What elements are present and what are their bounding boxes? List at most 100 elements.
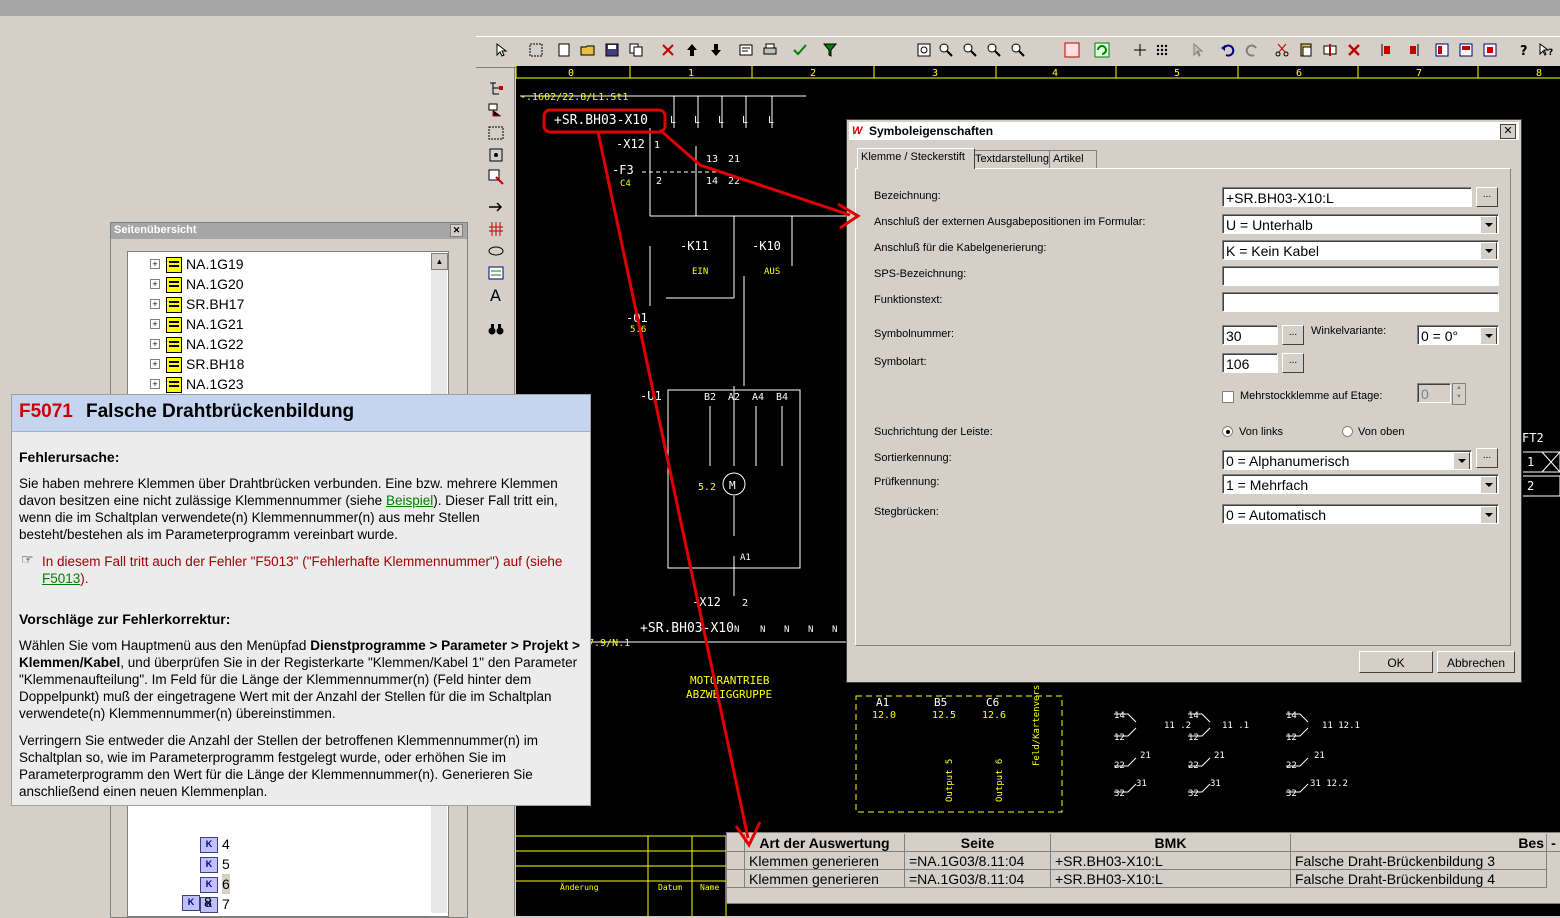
align-right-icon[interactable]: [1404, 42, 1420, 58]
symbolnummer-browse-button[interactable]: ...: [1282, 325, 1304, 345]
new-icon[interactable]: [556, 42, 572, 58]
zoom-in-icon[interactable]: [938, 42, 954, 58]
expand-icon[interactable]: +: [150, 359, 160, 369]
symbolnummer-input[interactable]: 30: [1222, 325, 1278, 345]
check-icon[interactable]: [792, 42, 808, 58]
tree-icon[interactable]: [487, 80, 505, 98]
scroll-up-icon[interactable]: -: [1547, 834, 1560, 852]
paste-icon[interactable]: [1298, 42, 1314, 58]
winkel-select[interactable]: 0 = 0°: [1417, 325, 1499, 345]
text-icon[interactable]: A: [487, 286, 505, 304]
chevron-down-icon[interactable]: [1480, 242, 1497, 259]
expand-icon[interactable]: +: [150, 339, 160, 349]
chevron-down-icon[interactable]: [1480, 216, 1497, 233]
table-cell[interactable]: +SR.BH03-X10:L: [1051, 852, 1291, 870]
terminals-icon[interactable]: [487, 220, 505, 238]
sortier-browse-button[interactable]: ...: [1476, 448, 1498, 468]
f5013-link[interactable]: F5013: [42, 571, 80, 586]
list-icon[interactable]: [487, 264, 505, 282]
mehrstock-checkbox[interactable]: [1222, 391, 1234, 403]
column-header[interactable]: Art der Auswertung: [745, 834, 905, 852]
sortier-select[interactable]: 0 = Alphanumerisch: [1222, 450, 1472, 470]
tab-artikel[interactable]: Artikel: [1049, 150, 1097, 168]
anschluss-ext-select[interactable]: U = Unterhalb: [1222, 214, 1499, 234]
close-icon[interactable]: ✕: [1500, 124, 1516, 139]
table-cell[interactable]: +SR.BH03-X10:L: [1051, 870, 1291, 888]
table-cell[interactable]: =NA.1G03/8.11:04: [905, 852, 1051, 870]
refresh-icon[interactable]: [1094, 42, 1110, 58]
tab-textdarstellung[interactable]: Textdarstellung: [971, 150, 1053, 168]
expand-icon[interactable]: +: [150, 379, 160, 389]
symbolart-input[interactable]: 106: [1222, 353, 1278, 373]
redo-icon[interactable]: [1244, 42, 1260, 58]
layout-3-icon[interactable]: [1482, 42, 1498, 58]
column-header[interactable]: Seite: [905, 834, 1051, 852]
bezeichnung-input[interactable]: +SR.BH03-X10:L: [1222, 187, 1472, 207]
print-icon[interactable]: [762, 42, 778, 58]
zoom-out-icon[interactable]: [962, 42, 978, 58]
cut-icon[interactable]: [1274, 42, 1290, 58]
pruef-select[interactable]: 1 = Mehrfach: [1222, 474, 1499, 494]
table-cell[interactable]: Klemmen generieren: [745, 870, 905, 888]
grid-toggle-icon[interactable]: [1064, 42, 1080, 58]
move-down-icon[interactable]: [708, 42, 724, 58]
zoom-all-icon[interactable]: [1010, 42, 1026, 58]
target-icon[interactable]: [487, 146, 505, 164]
expand-icon[interactable]: +: [150, 299, 160, 309]
move-up-icon[interactable]: [684, 42, 700, 58]
anschluss-kabel-select[interactable]: K = Kein Kabel: [1222, 240, 1499, 260]
mehrstock-input[interactable]: 0: [1417, 383, 1451, 403]
cursor-icon[interactable]: [494, 42, 510, 58]
dots-grid-icon[interactable]: [1154, 42, 1170, 58]
shape-icon[interactable]: [487, 242, 505, 260]
expand-icon[interactable]: +: [150, 259, 160, 269]
table-cell[interactable]: Falsche Draht-Brückenbildung 4: [1291, 870, 1547, 888]
layout-1-icon[interactable]: [1434, 42, 1450, 58]
frame-icon[interactable]: [487, 124, 505, 142]
chevron-down-icon[interactable]: [1480, 327, 1497, 344]
cancel-button[interactable]: Abbrechen: [1437, 651, 1515, 673]
row-selector[interactable]: [727, 870, 745, 888]
save-icon[interactable]: [604, 42, 620, 58]
insert-icon[interactable]: [1322, 42, 1338, 58]
steg-select[interactable]: 0 = Automatisch: [1222, 504, 1499, 524]
delete-icon[interactable]: [660, 42, 676, 58]
chevron-down-icon[interactable]: [1453, 452, 1470, 469]
arrow-right-icon[interactable]: [487, 198, 505, 216]
select-icon[interactable]: [528, 42, 544, 58]
snap-icon[interactable]: [1132, 42, 1148, 58]
edit-icon[interactable]: [487, 168, 505, 186]
expand-icon[interactable]: +: [150, 279, 160, 289]
scroll-up-icon[interactable]: ▲: [431, 253, 448, 270]
table-cell[interactable]: =NA.1G03/8.11:04: [905, 870, 1051, 888]
table-cell[interactable]: Falsche Draht-Brückenbildung 3: [1291, 852, 1547, 870]
zoom-fit-icon[interactable]: [916, 42, 932, 58]
chevron-down-icon[interactable]: [1480, 506, 1497, 523]
close-icon[interactable]: ✕: [450, 224, 463, 237]
symbolart-browse-button[interactable]: ...: [1282, 353, 1304, 373]
zoom-window-icon[interactable]: [986, 42, 1002, 58]
row-selector[interactable]: [727, 852, 745, 870]
radio-von-oben[interactable]: [1342, 426, 1353, 437]
binoculars-icon[interactable]: [487, 320, 505, 338]
chevron-down-icon[interactable]: [1480, 476, 1497, 493]
properties-icon[interactable]: [738, 42, 754, 58]
open-icon[interactable]: [580, 42, 596, 58]
pointer-icon[interactable]: [1190, 42, 1206, 58]
spin-icon[interactable]: ▲ ▼: [1452, 383, 1466, 405]
sps-input[interactable]: [1222, 266, 1499, 286]
table-cell[interactable]: Klemmen generieren: [745, 852, 905, 870]
column-header[interactable]: Bes: [1291, 834, 1547, 852]
radio-von-links[interactable]: [1222, 426, 1233, 437]
context-help-icon[interactable]: ?: [1538, 42, 1554, 58]
copy-icon[interactable]: [628, 42, 644, 58]
bmk-label-top[interactable]: +SR.BH03-X10: [554, 113, 648, 128]
align-left-icon[interactable]: [1380, 42, 1396, 58]
filter-icon[interactable]: [822, 42, 838, 58]
undo-icon[interactable]: [1220, 42, 1236, 58]
bezeichnung-browse-button[interactable]: ...: [1476, 187, 1498, 207]
funktion-input[interactable]: [1222, 292, 1499, 312]
remove-icon[interactable]: [1346, 42, 1362, 58]
example-link[interactable]: Beispiel: [386, 493, 433, 508]
column-header[interactable]: BMK: [1051, 834, 1291, 852]
